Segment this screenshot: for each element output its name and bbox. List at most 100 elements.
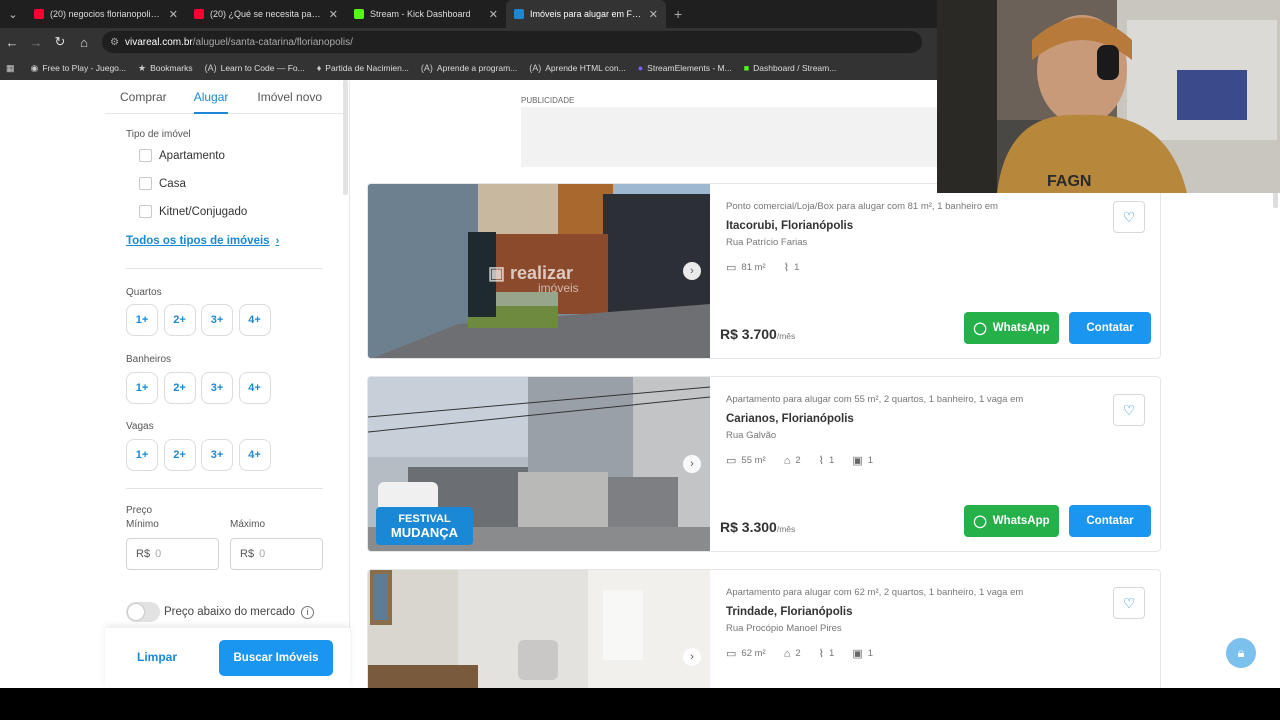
apps-icon[interactable]: ▦ xyxy=(6,63,19,74)
sidebar-scrollbar[interactable] xyxy=(343,80,348,195)
bookmark-item[interactable]: (A) Learn to Code — Fo... xyxy=(205,63,305,73)
all-property-types-link[interactable]: Todos os tipos de imóveis › xyxy=(126,235,279,247)
listing-location[interactable]: Trindade, Florianópolis xyxy=(726,606,853,618)
preco-label: Preço xyxy=(126,505,153,516)
chip-option[interactable]: 3+ xyxy=(201,304,233,336)
below-market-toggle[interactable] xyxy=(126,602,160,622)
forward-icon[interactable]: → xyxy=(24,35,48,50)
chip-option[interactable]: 2+ xyxy=(163,304,196,336)
festival-badge: FESTIVAL MUDANÇA xyxy=(376,507,473,545)
chip-option[interactable]: 4+ xyxy=(238,304,271,336)
bookmark-item[interactable]: (A) Aprende a program... xyxy=(421,63,517,73)
url-path: /aluguel/santa-catarina/florianopolis/ xyxy=(192,36,353,48)
chip-option[interactable]: 4+ xyxy=(238,372,271,404)
info-icon[interactable]: i xyxy=(301,605,315,619)
listing-photo-image: ▣ realizar imóveis xyxy=(368,184,710,358)
clear-filters-button[interactable]: Limpar xyxy=(137,650,177,664)
reload-icon[interactable]: ↻ xyxy=(48,34,72,50)
close-icon[interactable]: ✕ xyxy=(169,8,178,21)
chip-option[interactable]: 4+ xyxy=(238,439,271,471)
close-icon[interactable]: ✕ xyxy=(649,8,658,21)
bookmark-item[interactable]: ♦ Partida de Nacimien... xyxy=(317,63,409,73)
streamelements-icon: ● xyxy=(637,63,644,73)
lock-icon[interactable]: 🔒︎ xyxy=(1226,638,1256,668)
page-scrollbar[interactable] xyxy=(1273,192,1278,208)
banheiros-chips: 1+ 2+ 3+ 4+ xyxy=(126,372,276,404)
chip-option[interactable]: 2+ xyxy=(163,439,196,471)
contact-button[interactable]: Contatar xyxy=(1069,312,1151,344)
listing-photo[interactable]: › xyxy=(368,570,710,688)
tab-search-icon[interactable]: ⌄ xyxy=(0,0,26,28)
listing-features: ▭ 55 m² ⌂ 2 ⌇ 1 ▣ 1 xyxy=(726,454,891,468)
tab-comprar[interactable]: Comprar xyxy=(120,80,167,114)
next-photo-icon[interactable]: › xyxy=(683,648,701,666)
feature-value: 81 m² xyxy=(741,262,766,273)
checkbox-kitnet[interactable]: Kitnet/Conjugado xyxy=(139,205,247,218)
bookmark-item[interactable]: ■ Dashboard / Stream... xyxy=(744,63,837,73)
chip-option[interactable]: 1+ xyxy=(126,304,158,336)
site-info-icon[interactable]: ⚙ xyxy=(110,37,119,48)
letterbox-bar xyxy=(0,688,1280,720)
checkbox[interactable] xyxy=(139,149,152,162)
bookmark-item[interactable]: (A) Aprende HTML con... xyxy=(529,63,625,73)
chip-option[interactable]: 3+ xyxy=(201,439,233,471)
feature-bedrooms: ⌂ 2 xyxy=(784,455,801,467)
new-tab-icon[interactable]: + xyxy=(674,6,682,22)
bed-icon: ⌂ xyxy=(783,647,791,660)
listing-location[interactable]: Itacorubi, Florianópolis xyxy=(726,220,853,232)
bookmark-item[interactable]: ★ Bookmarks xyxy=(138,63,193,74)
listing-price: R$ 3.300/mês xyxy=(720,519,795,535)
bookmark-label: Aprende HTML con... xyxy=(545,63,626,73)
bookmark-label: Dashboard / Stream... xyxy=(753,63,837,73)
favorite-heart-icon[interactable]: ♡ xyxy=(1113,394,1145,426)
tab-alugar[interactable]: Alugar xyxy=(193,80,229,114)
bookmark-item[interactable]: ◉ Free to Play - Juego... xyxy=(31,63,126,74)
back-icon[interactable]: ← xyxy=(0,35,24,50)
next-photo-icon[interactable]: › xyxy=(683,262,701,280)
listing-card[interactable]: ▣ realizar imóveis › Ponto comercial/Loj… xyxy=(367,183,1161,359)
bookmark-label: Learn to Code — Fo... xyxy=(220,63,305,73)
listing-photo[interactable]: ▣ realizar imóveis › xyxy=(368,184,710,358)
favorite-heart-icon[interactable]: ♡ xyxy=(1113,587,1145,619)
search-properties-button[interactable]: Buscar Imóveis xyxy=(219,640,333,676)
browser-tab-4[interactable]: Imóveis para alugar em Florian ✕ xyxy=(506,0,666,28)
next-photo-icon[interactable]: › xyxy=(683,455,701,473)
chip-option[interactable]: 1+ xyxy=(126,439,158,471)
feature-value: 1 xyxy=(829,455,835,466)
price-min-input[interactable]: R$ 0 xyxy=(126,538,219,570)
freecodecamp-icon: (A) xyxy=(420,63,433,73)
checkbox[interactable] xyxy=(139,205,152,218)
chip-option[interactable]: 1+ xyxy=(126,372,158,404)
shower-icon: ⌇ xyxy=(818,455,825,467)
price-period: /mês xyxy=(776,331,796,341)
browser-tab-2[interactable]: (20) ¿Qué se necesita para abri ✕ xyxy=(186,0,346,28)
tab-imovel-novo[interactable]: Imóvel novo xyxy=(257,80,322,114)
browser-tab-1[interactable]: (20) negocios florianopolis - Yo ✕ xyxy=(26,0,186,28)
ad-label: PUBLICIDADE xyxy=(521,96,575,105)
feature-parking: ▣ 1 xyxy=(852,454,873,467)
shower-icon: ⌇ xyxy=(818,648,825,660)
feature-value: 55 m² xyxy=(741,455,766,466)
feature-bathrooms: ⌇ 1 xyxy=(784,261,800,274)
price-max-input[interactable]: R$ 0 xyxy=(230,538,323,570)
chip-option[interactable]: 3+ xyxy=(201,372,233,404)
contact-button[interactable]: Contatar xyxy=(1069,505,1151,537)
browser-tab-3[interactable]: Stream - Kick Dashboard ✕ xyxy=(346,0,506,28)
whatsapp-button[interactable]: ◯ WhatsApp xyxy=(964,505,1059,537)
checkbox-apartamento[interactable]: Apartamento xyxy=(139,149,225,162)
home-icon[interactable]: ⌂ xyxy=(72,35,96,50)
favorite-heart-icon[interactable]: ♡ xyxy=(1113,201,1145,233)
listing-card[interactable]: › FESTIVAL MUDANÇA Apartamento para alug… xyxy=(367,376,1161,552)
listing-card[interactable]: › Apartamento para alugar com 62 m², 2 q… xyxy=(367,569,1161,688)
close-icon[interactable]: ✕ xyxy=(329,8,338,21)
whatsapp-button[interactable]: ◯ WhatsApp xyxy=(964,312,1059,344)
listing-street: Rua Procópio Manoel Pires xyxy=(726,623,842,634)
close-icon[interactable]: ✕ xyxy=(489,8,498,21)
chip-option[interactable]: 2+ xyxy=(163,372,196,404)
bookmark-item[interactable]: ● StreamElements - M... xyxy=(638,63,732,73)
listing-photo[interactable]: › FESTIVAL MUDANÇA xyxy=(368,377,710,551)
checkbox[interactable] xyxy=(139,177,152,190)
address-bar[interactable]: ⚙ vivareal.com.br /aluguel/santa-catarin… xyxy=(102,31,922,53)
checkbox-casa[interactable]: Casa xyxy=(139,177,186,190)
listing-location[interactable]: Carianos, Florianópolis xyxy=(726,413,854,425)
